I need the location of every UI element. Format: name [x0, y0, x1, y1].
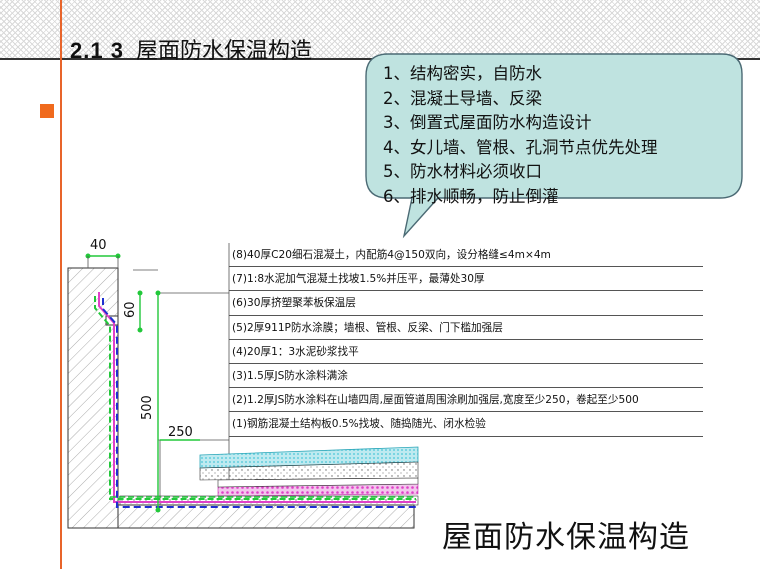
drawing-caption: 屋面防水保温构造: [442, 520, 690, 555]
dim-top-width: 40: [90, 238, 107, 253]
section-drawing: 40 60 500 250: [67, 238, 419, 529]
dim-horizontal-length: 250: [168, 425, 193, 440]
dim-rise-height: 500: [140, 395, 155, 420]
dim-upturn-height: 60: [123, 301, 138, 318]
